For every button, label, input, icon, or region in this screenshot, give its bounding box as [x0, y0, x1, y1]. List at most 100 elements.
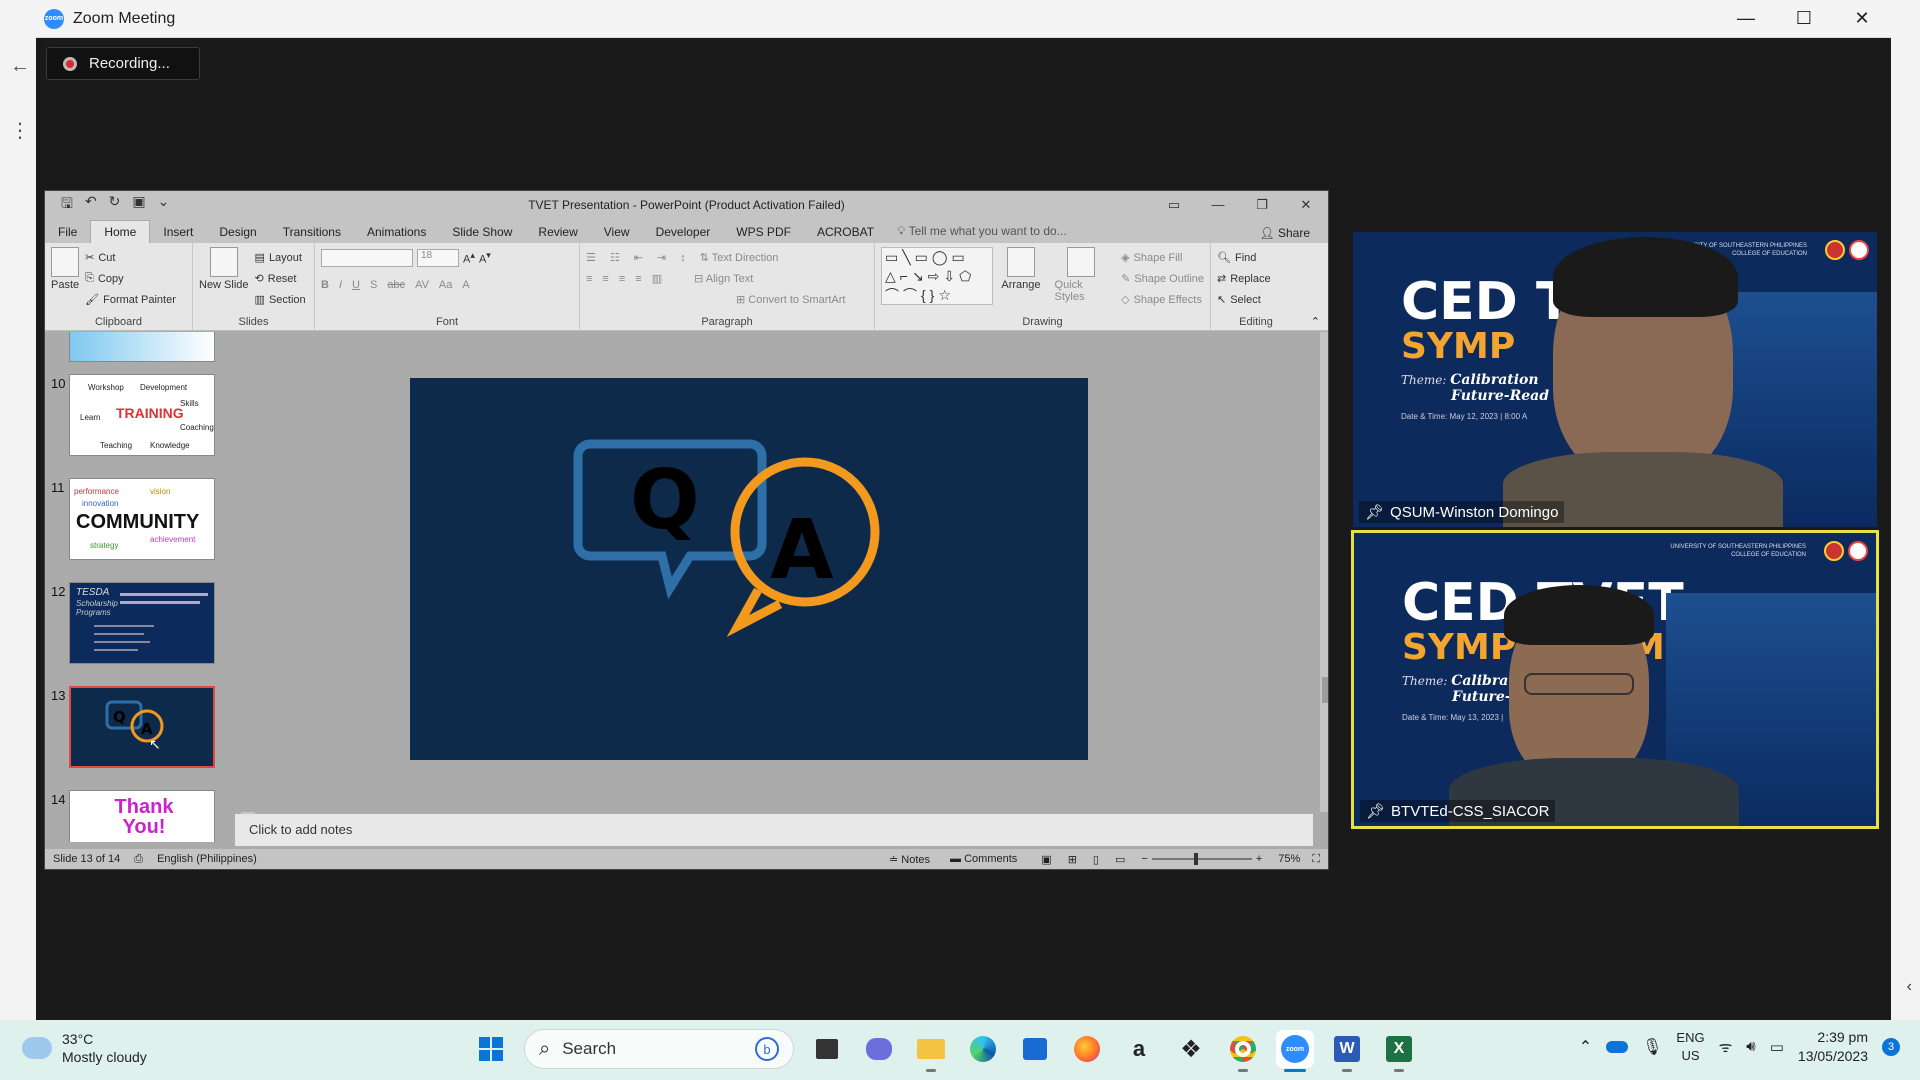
- collapse-ribbon-icon[interactable]: ⌃: [1311, 315, 1320, 328]
- start-button[interactable]: [472, 1030, 510, 1068]
- tab-view[interactable]: View: [591, 221, 643, 243]
- slide-sorter-icon[interactable]: ⊞: [1068, 853, 1077, 866]
- customize-qat-icon[interactable]: ⌄: [158, 193, 170, 217]
- chrome-app[interactable]: [1224, 1030, 1262, 1072]
- notes-toggle[interactable]: ≐ Notes: [889, 853, 930, 866]
- decrease-indent-icon[interactable]: ⇤: [634, 251, 643, 264]
- zoom-slider[interactable]: [1151, 853, 1252, 865]
- tab-acrobat[interactable]: ACROBAT: [804, 221, 887, 243]
- close-button[interactable]: ✕: [1833, 0, 1891, 37]
- reset-button[interactable]: ⟲ Reset: [255, 268, 306, 289]
- italic-icon[interactable]: I: [339, 279, 342, 291]
- text-direction-button[interactable]: ⇅ Text Direction: [700, 251, 779, 264]
- onedrive-icon[interactable]: [1606, 1040, 1629, 1053]
- store-app[interactable]: [1016, 1030, 1054, 1068]
- tab-animations[interactable]: Animations: [354, 221, 439, 243]
- teams-app[interactable]: [860, 1030, 898, 1068]
- ppt-restore-button[interactable]: ❐: [1240, 197, 1284, 213]
- tab-home[interactable]: Home: [90, 220, 151, 243]
- current-slide[interactable]: Q A: [410, 378, 1088, 760]
- file-explorer-app[interactable]: [912, 1030, 950, 1072]
- shape-fill-button[interactable]: ◈ Shape Fill: [1121, 247, 1204, 268]
- zoom-out-icon[interactable]: −: [1141, 853, 1147, 865]
- align-right-icon[interactable]: ≡: [619, 273, 625, 285]
- tab-file[interactable]: File: [45, 221, 90, 243]
- slide-thumbnail-11[interactable]: performance vision innovation COMMUNITY …: [69, 478, 215, 560]
- clock[interactable]: 2:39 pm 13/05/2023: [1798, 1028, 1868, 1066]
- tab-slide-show[interactable]: Slide Show: [439, 221, 525, 243]
- edge-app[interactable]: [964, 1030, 1002, 1068]
- tab-insert[interactable]: Insert: [150, 221, 206, 243]
- convert-smartart-button[interactable]: ⊞ Convert to SmartArt: [736, 293, 845, 306]
- char-spacing-icon[interactable]: AV: [415, 279, 429, 291]
- bold-icon[interactable]: B: [321, 279, 329, 291]
- minimize-button[interactable]: —: [1717, 0, 1775, 37]
- spell-check-icon[interactable]: ⎙: [134, 853, 143, 866]
- columns-icon[interactable]: ▥: [652, 272, 662, 285]
- tab-design[interactable]: Design: [206, 221, 269, 243]
- ppt-close-button[interactable]: ✕: [1284, 197, 1328, 213]
- file-manager-app[interactable]: [808, 1030, 846, 1068]
- slide-thumbnail-14[interactable]: Thank You!: [69, 790, 215, 842]
- new-slide-button[interactable]: New Slide: [199, 247, 249, 310]
- change-case-icon[interactable]: Aa: [439, 279, 452, 291]
- undo-icon[interactable]: ↶: [85, 193, 97, 217]
- shapes-gallery[interactable]: ▭╲▭◯▭ △⌐↘⇨⇩⬠ ⌒⌒{}☆: [881, 247, 994, 305]
- notification-badge[interactable]: 3: [1882, 1037, 1900, 1056]
- redo-icon[interactable]: ↻: [109, 193, 121, 217]
- align-center-icon[interactable]: ≡: [602, 273, 608, 285]
- recording-indicator[interactable]: Recording...: [46, 47, 200, 80]
- language-indicator[interactable]: English (Philippines): [157, 853, 257, 865]
- excel-app[interactable]: X: [1380, 1030, 1418, 1072]
- tab-review[interactable]: Review: [525, 221, 590, 243]
- notes-pane[interactable]: Click to add notes: [235, 814, 1313, 846]
- find-button[interactable]: 🔍︎ Find: [1217, 247, 1295, 268]
- strikethrough-icon[interactable]: abc: [387, 279, 405, 291]
- slide-thumbnail-9[interactable]: [69, 332, 215, 362]
- video-tile-participant-1[interactable]: UNIVERSITY OF SOUTHEASTERN PHILIPPINES CO…: [1353, 232, 1877, 527]
- slide-scrollbar[interactable]: [1320, 332, 1328, 812]
- slide-thumbnail-10[interactable]: Workshop Development Skills Learn TRAINI…: [69, 374, 215, 456]
- zoom-slider-thumb[interactable]: [1193, 853, 1198, 865]
- firefox-app[interactable]: [1068, 1030, 1106, 1068]
- replace-button[interactable]: ⇄ Replace: [1217, 268, 1295, 289]
- increase-indent-icon[interactable]: ⇥: [657, 251, 666, 264]
- chevron-left-icon[interactable]: ‹: [1907, 978, 1912, 996]
- weather-widget[interactable]: 33°C Mostly cloudy: [22, 1030, 147, 1066]
- layout-button[interactable]: ▤ Layout: [255, 247, 306, 268]
- wifi-icon[interactable]: ᯤ: [1719, 1037, 1733, 1057]
- video-tile-participant-2[interactable]: UNIVERSITY OF SOUTHEASTERN PHILIPPINES CO…: [1351, 530, 1879, 829]
- zoom-level[interactable]: 75%: [1278, 853, 1300, 865]
- slide-scroll-thumb[interactable]: [1322, 677, 1328, 703]
- fit-slide-icon[interactable]: ⛶: [1312, 853, 1320, 866]
- slide-thumbnail-13[interactable]: Q A ↖: [69, 686, 215, 768]
- grow-font-icon[interactable]: A▴: [463, 250, 475, 266]
- shadow-icon[interactable]: S: [370, 279, 377, 291]
- shape-effects-button[interactable]: ◇ Shape Effects: [1121, 289, 1204, 310]
- normal-view-icon[interactable]: ▣: [1041, 853, 1051, 866]
- numbering-icon[interactable]: ☷: [610, 251, 620, 264]
- bing-icon[interactable]: b: [755, 1037, 779, 1061]
- copy-button[interactable]: ⎘ Copy: [85, 268, 176, 289]
- taskbar-search[interactable]: ⌕ Search b: [524, 1029, 794, 1069]
- font-size-combo[interactable]: 18: [417, 248, 459, 267]
- tab-transitions[interactable]: Transitions: [270, 221, 354, 243]
- quick-styles-button[interactable]: Quick Styles: [1055, 247, 1108, 310]
- slideshow-view-icon[interactable]: ▭: [1115, 853, 1125, 866]
- select-button[interactable]: ↖ Select: [1217, 289, 1295, 310]
- justify-icon[interactable]: ≡: [635, 273, 641, 285]
- present-icon[interactable]: ▣: [132, 193, 145, 217]
- arrange-button[interactable]: Arrange: [1001, 247, 1041, 310]
- input-language[interactable]: ENG US: [1676, 1029, 1704, 1064]
- share-button[interactable]: 👤︎ Share: [1251, 223, 1318, 243]
- cut-button[interactable]: ✂ Cut: [85, 247, 176, 268]
- zoom-app[interactable]: zoom: [1276, 1030, 1314, 1072]
- reading-view-icon[interactable]: ▯: [1093, 853, 1099, 866]
- paste-button[interactable]: Paste: [51, 247, 79, 310]
- font-color-icon[interactable]: A: [462, 279, 469, 291]
- format-painter-button[interactable]: 🖌︎ Format Painter: [85, 289, 176, 310]
- align-text-button[interactable]: ⊟ Align Text: [694, 272, 753, 285]
- battery-icon[interactable]: ▭: [1770, 1038, 1784, 1056]
- dropbox-app[interactable]: ❖: [1172, 1030, 1210, 1068]
- show-hidden-icons-chevron-icon[interactable]: ⌃: [1579, 1037, 1592, 1057]
